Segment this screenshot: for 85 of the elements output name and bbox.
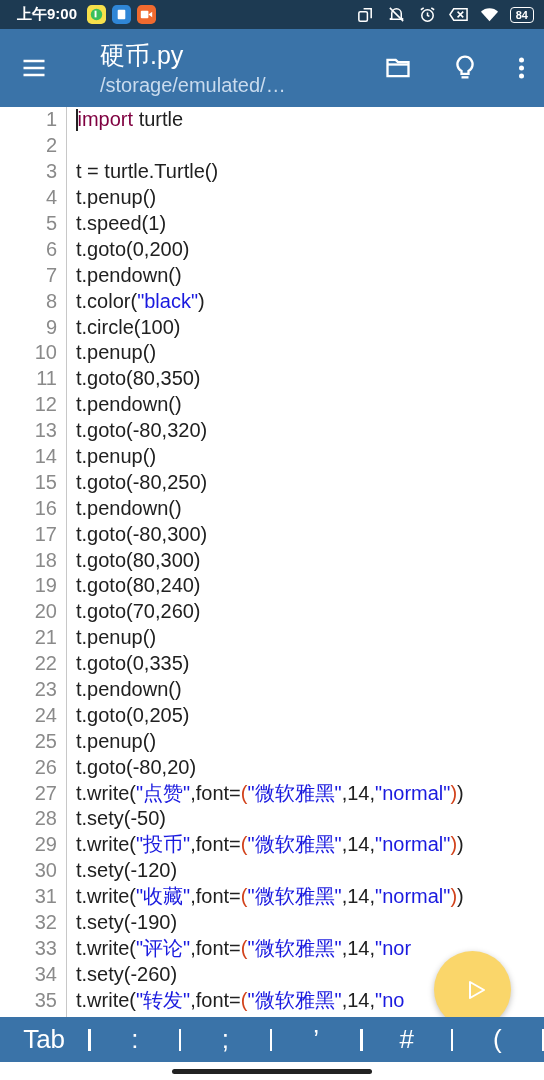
line-number: 1 xyxy=(44,108,57,132)
code-line[interactable]: t.sety(-120) xyxy=(76,859,178,883)
code-line[interactable]: t.pendown() xyxy=(76,393,182,417)
line-number: 11 xyxy=(35,367,57,391)
line-number: 26 xyxy=(33,755,57,779)
code-line[interactable]: t.goto(70,260) xyxy=(76,600,201,624)
code-line[interactable]: t.goto(0,335) xyxy=(76,652,190,676)
code-line[interactable]: t.goto(80,300) xyxy=(76,548,201,572)
line-number: 33 xyxy=(33,936,57,960)
code-line[interactable]: t.sety(-260) xyxy=(76,962,178,986)
line-number: 34 xyxy=(33,962,57,986)
line-number: 8 xyxy=(44,289,57,313)
symbol-key[interactable]: Tab xyxy=(0,1017,89,1062)
gesture-bar[interactable] xyxy=(172,1068,372,1074)
battery-indicator: 84 xyxy=(509,6,534,23)
code-line[interactable]: t.color("black") xyxy=(76,289,205,313)
line-number: 7 xyxy=(44,263,57,287)
code-line[interactable]: import turtle xyxy=(77,108,184,132)
code-line[interactable]: t.sety(-190) xyxy=(76,911,178,935)
line-number: 30 xyxy=(33,859,57,883)
line-number: 6 xyxy=(44,237,57,261)
line-number: 20 xyxy=(33,600,57,624)
line-number: 4 xyxy=(44,186,57,210)
notes-app-icon xyxy=(112,5,132,24)
symbol-key[interactable]: ; xyxy=(181,1017,270,1062)
code-line[interactable]: t.penup() xyxy=(76,626,157,650)
code-line[interactable]: t.write("收藏",font=("微软雅黑",14,"normal")) xyxy=(76,883,464,911)
line-number: 2 xyxy=(44,134,57,158)
line-number: 19 xyxy=(33,574,57,598)
line-number: 14 xyxy=(33,445,57,468)
symbol-key[interactable]: ’ xyxy=(272,1017,361,1062)
line-number: 23 xyxy=(33,678,57,702)
file-path: /storage/emulated/… xyxy=(100,74,287,97)
line-number: 27 xyxy=(33,781,57,805)
line-number: 13 xyxy=(33,419,57,443)
code-line[interactable]: t.pendown() xyxy=(76,496,182,520)
code-line[interactable]: t.goto(-80,250) xyxy=(76,470,208,494)
line-number: 15 xyxy=(33,470,57,494)
code-line[interactable]: t.pendown() xyxy=(76,678,182,702)
code-line[interactable]: t.goto(-80,20) xyxy=(76,755,197,779)
line-number: 35 xyxy=(33,988,57,1012)
line-number: 21 xyxy=(33,626,57,650)
code-line[interactable]: t.pendown() xyxy=(76,263,182,287)
code-line[interactable]: t.speed(1) xyxy=(76,212,167,235)
video-camera-icon xyxy=(137,5,157,24)
line-number: 9 xyxy=(44,315,57,339)
line-number: 18 xyxy=(33,548,57,572)
code-line[interactable]: t.write("点赞",font=("微软雅黑",14,"normal")) xyxy=(76,779,464,807)
code-line[interactable]: t.goto(80,240) xyxy=(76,574,201,598)
more-options-icon xyxy=(518,57,524,79)
code-line[interactable]: t.goto(0,205) xyxy=(76,703,190,727)
line-number: 25 xyxy=(33,729,57,753)
line-number: 10 xyxy=(33,341,57,365)
line-number: 12 xyxy=(33,393,57,417)
code-line[interactable]: t.penup() xyxy=(76,186,157,210)
file-title: 硬币.py xyxy=(100,40,185,71)
line-number: 16 xyxy=(33,496,57,520)
code-line[interactable]: t = turtle.Turtle() xyxy=(76,160,219,184)
code-line[interactable]: t.circle(100) xyxy=(76,315,181,339)
line-number: 3 xyxy=(44,160,57,184)
symbol-key[interactable]: : xyxy=(90,1017,179,1062)
code-line[interactable]: t.goto(-80,320) xyxy=(76,419,208,443)
line-number: 17 xyxy=(33,522,57,546)
code-line[interactable]: t.write("转发",font=("微软雅黑",14,"no xyxy=(76,986,405,1014)
symbol-key[interactable]: ( xyxy=(453,1017,542,1062)
line-number: 28 xyxy=(33,807,57,831)
code-line[interactable]: t.sety(-50) xyxy=(76,807,167,831)
code-line[interactable]: t.write("评论",font=("微软雅黑",14,"nor xyxy=(76,934,412,962)
code-line[interactable]: t.goto(-80,300) xyxy=(76,522,208,546)
code-line[interactable]: t.goto(0,200) xyxy=(76,237,190,261)
code-line[interactable]: t.penup() xyxy=(76,729,157,753)
status-time: 上午9:00 xyxy=(17,5,78,24)
music-app-icon xyxy=(87,5,107,24)
line-number: 22 xyxy=(33,652,57,676)
symbol-key[interactable]: # xyxy=(362,1017,451,1062)
wifi-icon xyxy=(478,5,500,24)
line-number: 29 xyxy=(33,833,57,857)
line-number: 31 xyxy=(33,885,57,909)
line-number: 5 xyxy=(44,212,57,235)
code-line[interactable]: t.goto(80,350) xyxy=(76,367,201,391)
line-number: 24 xyxy=(33,703,57,727)
code-line[interactable]: t.penup() xyxy=(76,445,157,468)
code-line[interactable]: t.write("投币",font=("微软雅黑",14,"normal")) xyxy=(76,831,464,859)
code-line[interactable]: t.penup() xyxy=(76,341,157,365)
line-number: 32 xyxy=(33,911,57,935)
